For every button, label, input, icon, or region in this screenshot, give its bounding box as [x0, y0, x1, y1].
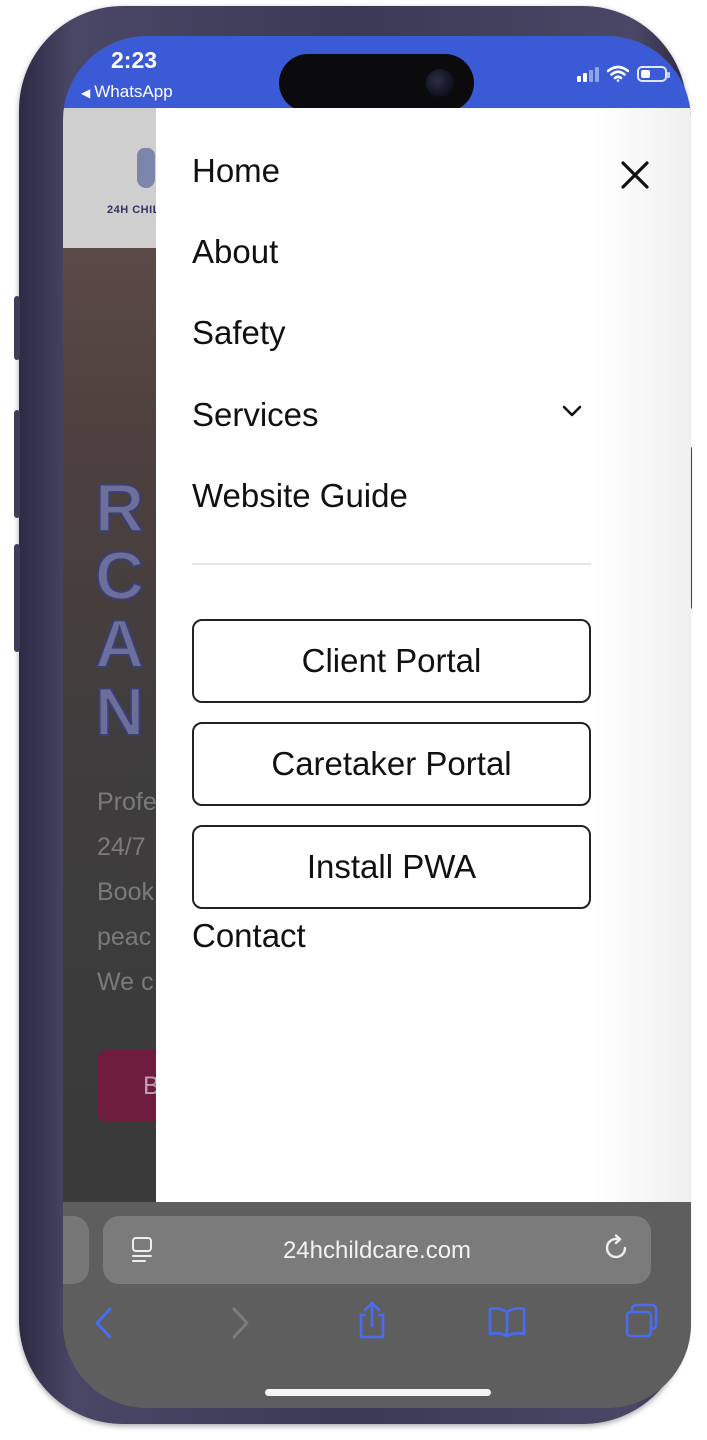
- url-text: 24hchildcare.com: [282, 1237, 472, 1264]
- caretaker-portal-button[interactable]: Caretaker Portal: [192, 722, 591, 806]
- share-icon[interactable]: [355, 1300, 389, 1340]
- nav-item-home[interactable]: Home: [192, 152, 280, 190]
- wifi-icon: [607, 65, 629, 82]
- phone-screen: 2:23 ◀ WhatsApp 24H CHIL R C A N Profe 2…: [63, 36, 691, 1408]
- nav-item-about[interactable]: About: [192, 233, 278, 271]
- hero-letter: N: [94, 674, 145, 750]
- camera-lens: [426, 69, 454, 97]
- battery-icon: [637, 66, 670, 82]
- previous-tab-preview[interactable]: [63, 1216, 89, 1284]
- volume-down-button: [14, 544, 20, 652]
- hero-letter: A: [94, 606, 145, 682]
- install-pwa-button[interactable]: Install PWA: [192, 825, 591, 909]
- client-portal-button[interactable]: Client Portal: [192, 619, 591, 703]
- hero-text-line: Profe: [97, 788, 157, 816]
- hero-letter: R: [94, 470, 145, 546]
- hero-text-line: We c: [97, 968, 154, 996]
- nav-item-safety[interactable]: Safety: [192, 314, 286, 352]
- hero-text-line: 24/7: [97, 833, 146, 861]
- back-triangle-icon: ◀: [81, 86, 91, 100]
- volume-up-button: [14, 410, 20, 518]
- hero-text-line: Book: [97, 878, 154, 906]
- bookmarks-icon[interactable]: [487, 1306, 527, 1338]
- site-logo-text: 24H CHIL: [107, 204, 160, 216]
- back-app-label: WhatsApp: [94, 82, 173, 101]
- phone-frame: 2:23 ◀ WhatsApp 24H CHIL R C A N Profe 2…: [14, 6, 692, 1424]
- close-icon[interactable]: [618, 158, 652, 192]
- chevron-down-icon[interactable]: [561, 404, 583, 418]
- menu-divider: [192, 563, 591, 565]
- home-indicator[interactable]: [265, 1389, 491, 1396]
- browser-toolbar: 24hchildcare.com: [63, 1202, 691, 1408]
- action-button: [14, 296, 20, 360]
- hero-text-line: peac: [97, 923, 152, 951]
- status-icons: [577, 60, 670, 82]
- dynamic-island: [279, 54, 474, 112]
- nav-item-contact[interactable]: Contact: [192, 917, 306, 955]
- cellular-signal-icon: [577, 66, 599, 82]
- nav-item-services[interactable]: Services: [192, 396, 319, 434]
- hero-letter: C: [94, 538, 145, 614]
- back-arrow-icon[interactable]: [93, 1306, 115, 1340]
- navigation-drawer: Home About Safety Services Website Guide…: [156, 108, 691, 1202]
- reload-icon[interactable]: [603, 1234, 631, 1264]
- nav-item-website-guide[interactable]: Website Guide: [192, 477, 408, 515]
- site-logo: [131, 140, 159, 200]
- back-to-app-link[interactable]: ◀ WhatsApp: [81, 82, 173, 102]
- tabs-icon[interactable]: [623, 1302, 661, 1340]
- status-time: 2:23: [111, 47, 158, 73]
- address-bar[interactable]: 24hchildcare.com: [103, 1216, 651, 1284]
- forward-arrow-icon[interactable]: [229, 1306, 251, 1340]
